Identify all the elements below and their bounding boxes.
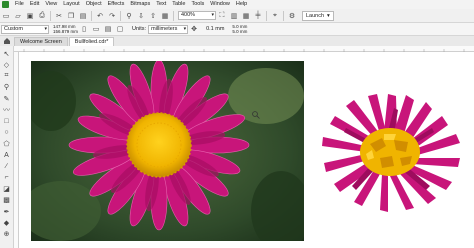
parallel-dimension-tool-icon[interactable]: ∕	[2, 162, 11, 171]
print-icon[interactable]: ⎙	[37, 11, 47, 21]
property-bar: Custom ▾ 147.98 mm 156.879 mm ▯ ▭ ▤ ▢ Un…	[0, 23, 474, 36]
text-tool-icon[interactable]: A	[2, 151, 11, 160]
all-pages-icon[interactable]: ▤	[103, 24, 113, 34]
vertical-ruler[interactable]	[14, 52, 19, 248]
nudge-icon: ✥	[191, 26, 198, 33]
page-height-field[interactable]: 156.879 mm	[53, 29, 78, 34]
undo-icon[interactable]: ↶	[95, 11, 105, 21]
app-logo-icon	[2, 1, 9, 8]
toolbar-divider	[266, 10, 267, 21]
units-value: millimeters	[151, 25, 178, 32]
save-icon[interactable]: ▣	[25, 11, 35, 21]
smart-fill-tool-icon[interactable]: ⊕	[2, 230, 11, 239]
paste-icon[interactable]: ▤	[78, 11, 88, 21]
menu-view[interactable]: View	[42, 0, 60, 9]
cut-icon[interactable]: ✂	[54, 11, 64, 21]
toolbar-divider	[120, 10, 121, 21]
publish-pdf-icon[interactable]: ▦	[160, 11, 170, 21]
show-rulers-icon[interactable]: ▥	[229, 11, 239, 21]
tab-document[interactable]: Bullfolied.cdr*	[68, 37, 115, 46]
traced-flower-vector[interactable]	[314, 90, 464, 214]
current-page-icon[interactable]: ▢	[115, 24, 125, 34]
toolbox: ↖ ◇ ⌗ ⚲ ✎ 〰 □ ○ ⬠ A ∕ ⌐ ◪ ▩ ✒ ◆ ⊕	[0, 46, 14, 248]
full-screen-icon[interactable]: ⛶	[217, 11, 227, 21]
traced-flower-image	[322, 94, 460, 212]
page-dimensions: 147.98 mm 156.879 mm	[53, 24, 78, 34]
units-label: Units:	[132, 26, 147, 32]
menu-edit[interactable]: Edit	[27, 0, 42, 9]
menu-window[interactable]: Window	[207, 0, 233, 9]
show-grid-icon[interactable]: ▦	[241, 11, 251, 21]
zoom-level-value: 400%	[181, 12, 196, 18]
standard-toolbar: ▭ ▱ ▣ ⎙ ✂ ❐ ▤ ↶ ↷ ⚲ ⇩ ⇧ ▦ 400% ▾ ⛶ ▥ ▦ ╪…	[0, 9, 474, 23]
flower-photo-image	[31, 61, 304, 241]
drop-shadow-tool-icon[interactable]: ◪	[2, 185, 11, 194]
toolbar-divider	[283, 10, 284, 21]
ruler-ticks	[23, 49, 465, 52]
page-size-value: Custom	[4, 25, 23, 32]
menu-bar: File Edit View Layout Object Effects Bit…	[0, 0, 474, 9]
duplicate-y-field[interactable]: 5.0 mm	[232, 29, 247, 34]
toolbar-divider	[91, 10, 92, 21]
rectangle-tool-icon[interactable]: □	[2, 117, 11, 126]
crop-tool-icon[interactable]: ⌗	[2, 72, 11, 81]
ellipse-tool-icon[interactable]: ○	[2, 128, 11, 137]
chevron-down-icon: ▾	[183, 25, 187, 32]
toolbar-divider	[173, 10, 174, 21]
horizontal-ruler[interactable]	[14, 46, 474, 52]
menu-layout[interactable]: Layout	[60, 0, 83, 9]
menu-tools[interactable]: Tools	[188, 0, 207, 9]
zoom-tool-icon[interactable]: ⚲	[2, 83, 11, 92]
import-icon[interactable]: ⇩	[136, 11, 146, 21]
menu-file[interactable]: File	[12, 0, 27, 9]
tab-welcome-screen[interactable]: Welcome Screen	[14, 37, 68, 46]
open-icon[interactable]: ▱	[13, 11, 23, 21]
launch-dropdown[interactable]: Launch ▾	[302, 10, 334, 21]
page-size-select[interactable]: Custom ▾	[1, 24, 49, 34]
menu-table[interactable]: Table	[169, 0, 188, 9]
document-tabs: Welcome Screen Bullfolied.cdr*	[0, 36, 474, 46]
redo-icon[interactable]: ↷	[107, 11, 117, 21]
chevron-down-icon: ▾	[327, 12, 330, 19]
chevron-down-icon: ▾	[44, 25, 47, 32]
freehand-tool-icon[interactable]: ✎	[2, 94, 11, 103]
home-icon[interactable]	[3, 37, 11, 45]
export-icon[interactable]: ⇧	[148, 11, 158, 21]
portrait-icon[interactable]: ▯	[79, 24, 89, 34]
nudge-distance-field[interactable]: 0.1 mm	[206, 26, 224, 32]
menu-bitmaps[interactable]: Bitmaps	[127, 0, 153, 9]
eyedropper-tool-icon[interactable]: ✒	[2, 207, 11, 216]
launch-label: Launch	[306, 12, 325, 19]
search-icon[interactable]: ⚲	[124, 11, 134, 21]
options-gear-icon[interactable]: ⚙	[287, 11, 297, 21]
pick-tool-icon[interactable]: ↖	[2, 49, 11, 58]
connector-tool-icon[interactable]: ⌐	[2, 173, 11, 182]
shape-tool-icon[interactable]: ◇	[2, 60, 11, 69]
flower-photo-bitmap[interactable]	[31, 61, 304, 241]
artistic-media-tool-icon[interactable]: 〰	[2, 105, 11, 114]
duplicate-distance: 5.0 mm 5.0 mm	[232, 24, 247, 34]
menu-text[interactable]: Text	[153, 0, 169, 9]
new-document-icon[interactable]: ▭	[1, 11, 11, 21]
zoom-level-select[interactable]: 400% ▾	[178, 11, 216, 20]
snap-to-icon[interactable]: ⌖	[270, 11, 280, 21]
landscape-icon[interactable]: ▭	[91, 24, 101, 34]
show-guidelines-icon[interactable]: ╪	[253, 11, 263, 21]
interactive-fill-tool-icon[interactable]: ◆	[2, 218, 11, 227]
polygon-tool-icon[interactable]: ⬠	[2, 139, 11, 148]
copy-icon[interactable]: ❐	[66, 11, 76, 21]
menu-object[interactable]: Object	[83, 0, 105, 9]
transparency-tool-icon[interactable]: ▩	[2, 196, 11, 205]
chevron-down-icon: ▾	[211, 12, 214, 18]
menu-help[interactable]: Help	[233, 0, 250, 9]
menu-effects[interactable]: Effects	[105, 0, 128, 9]
units-select[interactable]: millimeters ▾	[148, 24, 189, 34]
toolbar-divider	[50, 10, 51, 21]
